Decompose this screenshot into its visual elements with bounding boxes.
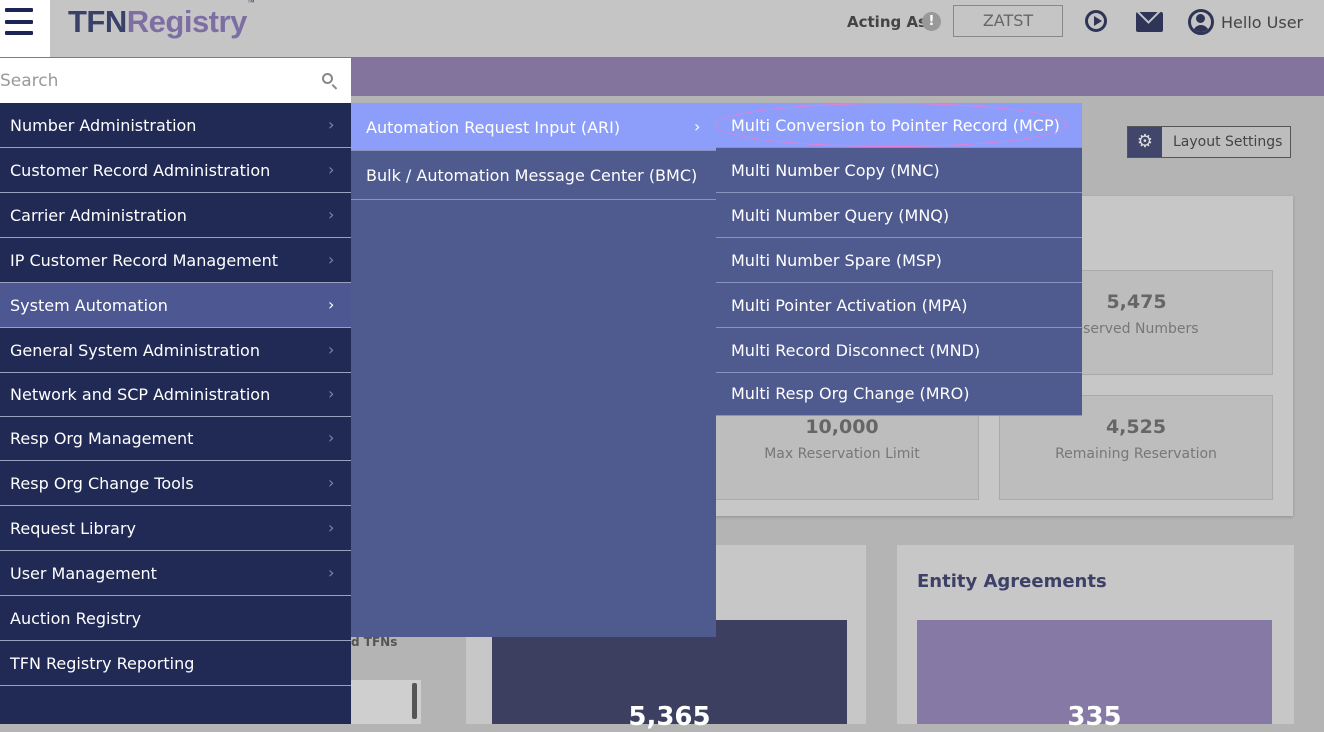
top-header: TFNRegistry™ Acting As ! ZATST Hello Use… [0, 0, 1324, 57]
layout-settings-button[interactable]: ⚙ Layout Settings [1127, 126, 1291, 158]
submenu-ari: Multi Conversion to Pointer Record (MCP)… [716, 103, 1082, 416]
submenu-item-mpa[interactable]: Multi Pointer Activation (MPA) [716, 283, 1082, 328]
chevron-right-icon: › [328, 384, 335, 403]
play-circle-icon[interactable] [1085, 10, 1107, 32]
menu-item-general-system-administration[interactable]: General System Administration › [0, 328, 351, 373]
entity-agreements-title: Entity Agreements [917, 571, 1107, 592]
submenu-item-mnq[interactable]: Multi Number Query (MNQ) [716, 193, 1082, 238]
chevron-right-icon: › [328, 295, 335, 314]
entity-agreements-value: 335 [1067, 702, 1122, 732]
submenu-item-ari[interactable]: Automation Request Input (ARI) › [351, 103, 716, 151]
mail-icon[interactable] [1136, 12, 1163, 32]
entity-agreements-tile: 335 [917, 620, 1272, 732]
submenu-system-automation: Automation Request Input (ARI) › Bulk / A… [351, 103, 716, 637]
list-stub [351, 680, 421, 724]
submenu-item-mcp[interactable]: Multi Conversion to Pointer Record (MCP) [716, 103, 1082, 148]
submenu-item-mnd[interactable]: Multi Record Disconnect (MND) [716, 328, 1082, 373]
chevron-right-icon: › [694, 117, 701, 136]
scrollbar-thumb[interactable] [412, 683, 417, 719]
chevron-right-icon: › [328, 250, 335, 269]
acting-as-label: Acting As [847, 13, 927, 31]
stat-caption: Max Reservation Limit [764, 446, 920, 462]
menu-item-tfn-registry-reporting[interactable]: TFN Registry Reporting [0, 641, 351, 686]
menu-item-number-administration[interactable]: Number Administration › [0, 103, 351, 148]
search-icon[interactable] [322, 73, 333, 84]
app-logo[interactable]: TFNRegistry™ [68, 0, 255, 40]
menu-item-ip-customer-record-management[interactable]: IP Customer Record Management › [0, 238, 351, 283]
tfns-label-fragment: d TFNs [351, 635, 398, 649]
menu-item-system-automation[interactable]: System Automation › [0, 283, 351, 328]
menu-item-carrier-administration[interactable]: Carrier Administration › [0, 193, 351, 238]
stat-value: 10,000 [805, 416, 879, 438]
hamburger-menu-icon[interactable] [0, 0, 50, 57]
stat-value: 4,525 [1105, 416, 1167, 438]
submenu-item-bmc[interactable]: Bulk / Automation Message Center (BMC) [351, 151, 716, 200]
menu-item-resp-org-change-tools[interactable]: Resp Org Change Tools › [0, 461, 351, 506]
menu-item-customer-record-administration[interactable]: Customer Record Administration › [0, 148, 351, 193]
chevron-right-icon: › [328, 340, 335, 359]
submenu-item-mro[interactable]: Multi Resp Org Change (MRO) [716, 371, 1082, 416]
chevron-right-icon: › [328, 160, 335, 179]
numbers-tile-value: 5,365 [628, 702, 711, 732]
layout-settings-label: Layout Settings [1173, 134, 1283, 150]
chevron-right-icon: › [328, 473, 335, 492]
submenu-item-mnc[interactable]: Multi Number Copy (MNC) [716, 148, 1082, 193]
menu-search-field[interactable]: Search [0, 58, 351, 103]
acting-as-field[interactable]: ZATST [953, 5, 1063, 37]
chevron-right-icon: › [328, 115, 335, 134]
gear-icon: ⚙ [1128, 127, 1162, 157]
chevron-right-icon: › [328, 563, 335, 582]
chevron-right-icon: › [328, 205, 335, 224]
menu-item-resp-org-management[interactable]: Resp Org Management › [0, 416, 351, 461]
stat-caption: Remaining Reservation [1055, 446, 1217, 462]
info-icon[interactable]: ! [922, 12, 941, 31]
menu-item-auction-registry[interactable]: Auction Registry [0, 596, 351, 641]
chevron-right-icon: › [328, 518, 335, 537]
main-menu: Number Administration › Customer Record A… [0, 103, 351, 724]
menu-item-network-scp-administration[interactable]: Network and SCP Administration › [0, 372, 351, 417]
search-input[interactable]: Search [0, 71, 58, 91]
submenu-item-msp[interactable]: Multi Number Spare (MSP) [716, 238, 1082, 283]
user-circle-icon[interactable] [1188, 9, 1214, 35]
user-greeting[interactable]: Hello User [1221, 13, 1303, 32]
menu-item-user-management[interactable]: User Management › [0, 551, 351, 596]
chevron-right-icon: › [328, 428, 335, 447]
menu-item-request-library[interactable]: Request Library › [0, 506, 351, 551]
